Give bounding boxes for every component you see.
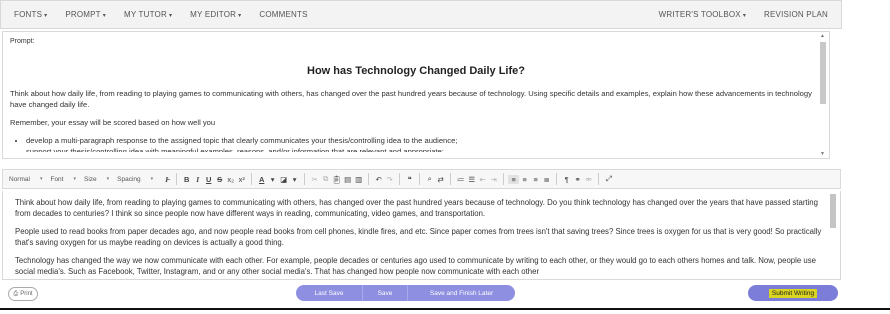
save-button[interactable]: Save [363,290,407,297]
text-color-dropdown-icon[interactable]: ▾ [267,175,278,184]
print-label: Print [20,291,33,297]
scrollbar-thumb[interactable] [820,42,826,104]
top-nav-left: FONTS ▾ PROMPT ▾ MY TUTOR ▾ MY EDITOR ▾ COMM… [1,10,317,19]
top-nav-bar: FONTS ▾ PROMPT ▾ MY TUTOR ▾ MY EDITOR ▾ COMM… [0,0,842,29]
align-justify-icon[interactable]: ≣ [541,175,552,184]
background-color-dropdown-icon[interactable]: ▾ [289,175,300,184]
numbered-list-icon[interactable]: ≔ [455,175,466,184]
increase-indent-icon[interactable]: ⇥ [488,175,499,184]
superscript-icon[interactable]: x² [236,175,247,184]
toolbar-divider [419,173,421,185]
blockquote-icon[interactable]: ❝ [404,175,415,184]
cut-icon[interactable]: ✂ [309,175,320,184]
prompt-title: How has Technology Changed Daily Life? [307,65,525,77]
caret-down-icon: ▾ [742,13,747,19]
chevron-down-icon: ▾ [106,176,110,182]
save-and-finish-later-button[interactable]: Save and Finish Later [408,290,515,297]
toolbar-divider [251,173,253,185]
nav-prompt[interactable]: PROMPT ▾ [56,10,115,19]
toolbar-divider [368,173,370,185]
last-save-button[interactable]: Last Save [296,290,362,297]
print-button[interactable]: ⎙ Print [8,287,38,301]
prompt-bullet-list: develop a multi-paragraph response to th… [26,135,822,152]
decrease-indent-icon[interactable]: ⇤ [477,175,488,184]
bulleted-list-icon[interactable]: ☰ [466,175,477,184]
paste-icon[interactable]: 📋︎ [331,175,342,184]
italic-icon[interactable]: I [192,175,203,184]
toolbar-divider [450,173,452,185]
clear-format-icon[interactable]: I̶ [161,175,172,184]
bottom-divider [0,308,890,310]
paragraph-style-select[interactable]: Normal ▾ [9,176,42,183]
caret-down-icon: ▾ [44,13,48,19]
undo-icon[interactable]: ↶ [373,175,384,184]
scroll-up-icon[interactable]: ▲ [820,33,825,39]
nav-writers-toolbox[interactable]: WRITER'S TOOLBOX ▾ [650,10,755,19]
find-icon[interactable]: ⌕ [424,174,435,184]
submit-writing-label: Submit Writing [768,288,818,298]
background-color-icon[interactable]: ◪ [278,175,289,184]
caret-down-icon: ▾ [168,13,173,19]
nav-my-editor[interactable]: MY EDITOR ▾ [181,10,250,19]
prompt-paragraph: Remember, your essay will be scored base… [10,118,216,127]
chevron-down-icon: ▾ [150,176,154,182]
chevron-down-icon: ▾ [39,176,43,182]
submit-writing-button[interactable]: Submit Writing [748,285,838,301]
toolbar-divider [556,173,558,185]
size-select[interactable]: Size ▾ [84,176,109,183]
save-button-group: Last Save Save Save and Finish Later [296,285,515,301]
subscript-icon[interactable]: x₂ [225,175,236,184]
prompt-bullet: develop a multi-paragraph response to th… [26,135,822,146]
strikethrough-icon[interactable]: S [214,175,225,184]
spacing-select[interactable]: Spacing ▾ [117,176,153,183]
nav-revision-plan[interactable]: REVISION PLAN [755,10,837,19]
copy-icon[interactable]: ⧉ [320,174,331,184]
unlink-icon[interactable]: ⚮ [583,175,594,184]
essay-editor[interactable]: Think about how daily life, from reading… [2,191,841,280]
toolbar-divider [503,173,505,185]
toolbar-divider [399,173,401,185]
align-center-icon[interactable]: ≡ [519,175,530,184]
top-nav-right: WRITER'S TOOLBOX ▾ REVISION PLAN [650,10,841,19]
printer-icon: ⎙ [13,290,19,297]
editor-toolbar: Normal ▾ Font ▾ Size ▾ Spacing ▾ I̶ B I U S … [2,169,841,189]
redo-icon[interactable]: ↷ [384,175,395,184]
text-color-icon[interactable]: A [256,175,267,184]
paste-word-icon[interactable]: ▥ [353,175,364,184]
essay-paragraph: Think about how daily life, from reading… [15,198,818,218]
text-direction-icon[interactable]: ¶ [561,175,572,184]
maximize-icon[interactable]: ⤢ [603,174,614,184]
toolbar-divider [176,173,178,185]
prompt-paragraph: Think about how daily life, from reading… [10,89,812,109]
font-select[interactable]: Font ▾ [50,176,76,183]
bottom-action-bar: ⎙ Print Last Save Save Save and Finish L… [0,280,890,314]
caret-down-icon: ▾ [102,13,106,19]
align-right-icon[interactable]: ≡ [530,175,541,184]
editor-scrollbar[interactable] [829,194,837,278]
essay-paragraph: People used to read books from paper dec… [15,227,822,247]
nav-my-tutor[interactable]: MY TUTOR ▾ [115,10,181,19]
prompt-label: Prompt: [10,38,35,45]
link-icon[interactable]: ⚭ [572,175,583,184]
scroll-down-icon[interactable]: ▼ [820,151,825,157]
prompt-scrollbar[interactable]: ▲ ▼ [818,32,828,158]
essay-paragraph: Technology has changed the way we now co… [15,256,816,276]
paste-text-icon[interactable]: ▤ [342,175,353,184]
prompt-bullet: support your thesis/controlling idea wit… [26,146,822,152]
scrollbar-thumb[interactable] [830,194,836,228]
nav-comments[interactable]: COMMENTS [250,10,316,19]
replace-icon[interactable]: ⇄ [435,175,446,184]
nav-fonts[interactable]: FONTS ▾ [5,10,56,19]
chevron-down-icon: ▾ [73,176,76,182]
toolbar-divider [304,173,306,185]
underline-icon[interactable]: U [203,175,214,184]
prompt-panel: Prompt: How has Technology Changed Daily… [2,31,830,159]
toolbar-divider [598,173,600,185]
caret-down-icon: ▾ [238,13,242,19]
align-left-icon[interactable]: ≡ [508,174,520,184]
bold-icon[interactable]: B [181,175,192,184]
